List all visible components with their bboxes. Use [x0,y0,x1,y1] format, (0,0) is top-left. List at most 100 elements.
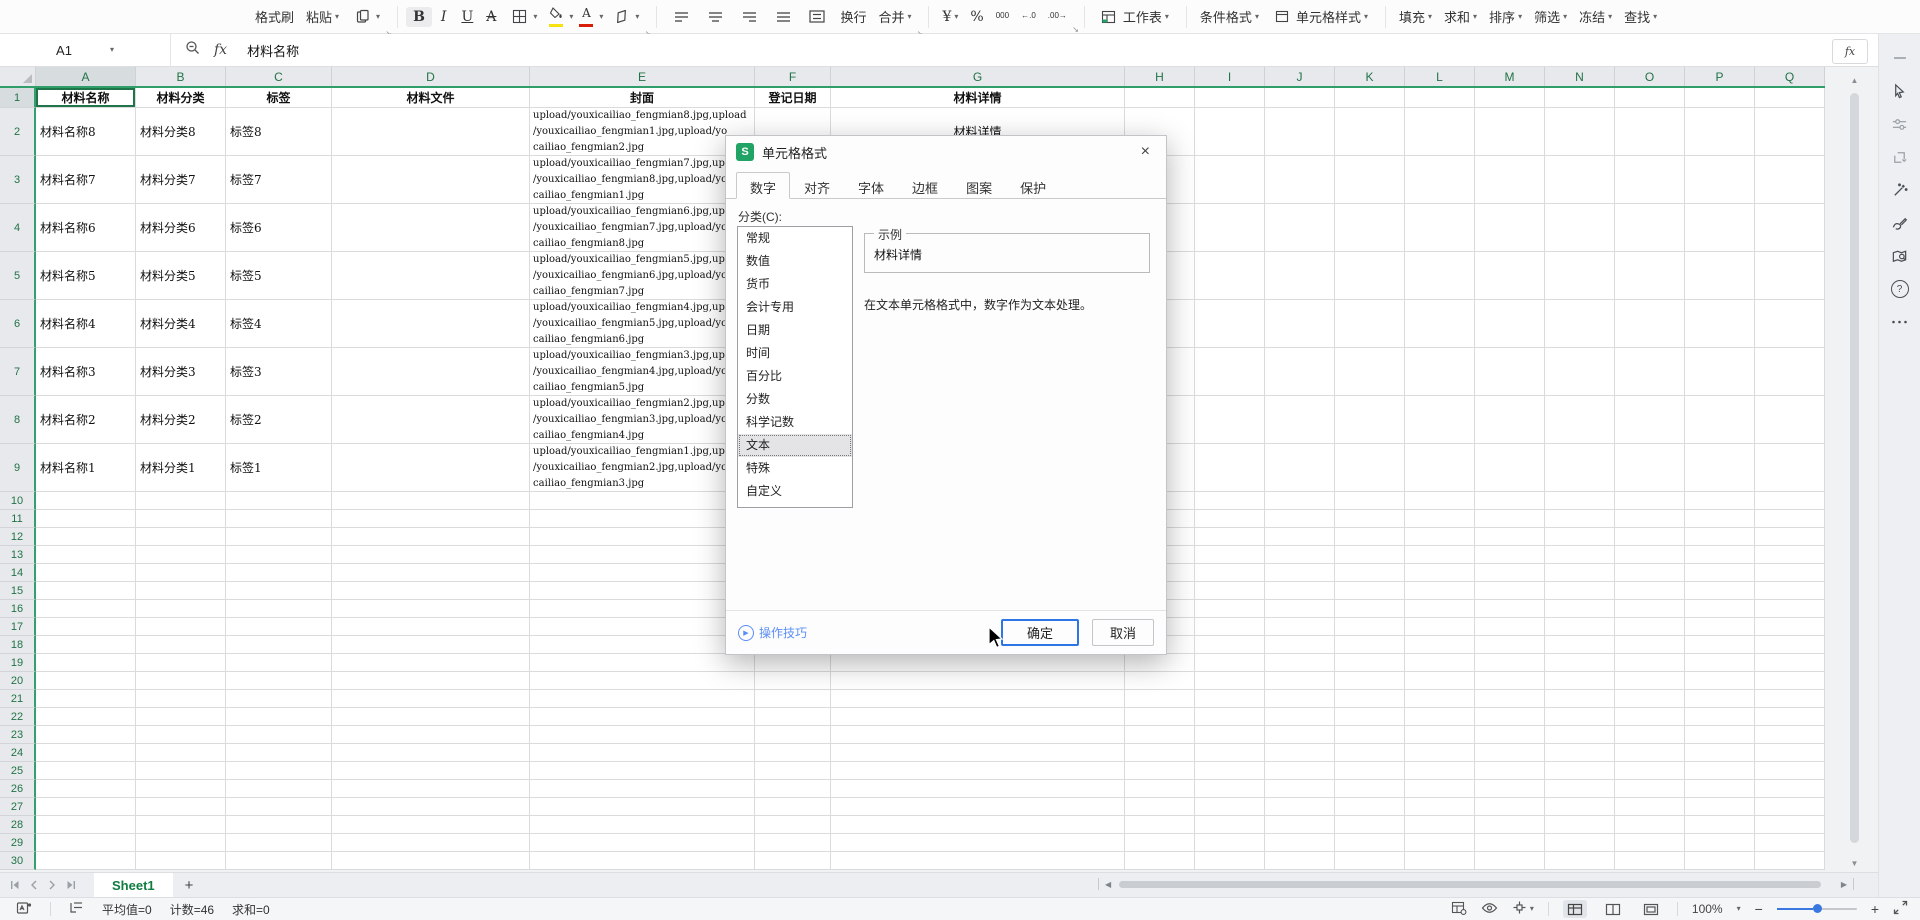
cell-C24[interactable] [226,744,332,762]
cell-F27[interactable] [755,798,831,816]
row-header-30[interactable]: 30 [0,852,36,870]
horizontal-scroll-thumb[interactable] [1119,881,1821,888]
paste-special-button[interactable]: ▾ [346,3,385,31]
cell-D30[interactable] [332,852,530,870]
cell-M27[interactable] [1475,798,1545,816]
cell-I19[interactable] [1195,654,1265,672]
cell-N24[interactable] [1545,744,1615,762]
page-layout-view-button[interactable] [1639,900,1663,918]
cell-L14[interactable] [1405,564,1475,582]
cell-J23[interactable] [1265,726,1335,744]
cell-M21[interactable] [1475,690,1545,708]
column-header-P[interactable]: P [1685,67,1755,86]
cell-Q17[interactable] [1755,618,1825,636]
cell-G29[interactable] [831,834,1125,852]
cell-C30[interactable] [226,852,332,870]
vertical-scrollbar[interactable]: ▲ ▼ [1848,75,1861,870]
cell-K22[interactable] [1335,708,1405,726]
dialog-tab-3[interactable]: 字体 [844,172,898,199]
cell-J17[interactable] [1265,618,1335,636]
cell-J26[interactable] [1265,780,1335,798]
ok-button[interactable]: 确定 [1001,619,1079,646]
magic-wand-icon[interactable] [1890,180,1910,200]
cell-E16[interactable] [530,600,755,618]
outline-view-icon[interactable] [69,901,84,917]
cell-A28[interactable] [36,816,136,834]
cell-J29[interactable] [1265,834,1335,852]
cell-J30[interactable] [1265,852,1335,870]
column-header-E[interactable]: E [530,67,755,86]
cell-M26[interactable] [1475,780,1545,798]
cell-B13[interactable] [136,546,226,564]
cell-D27[interactable] [332,798,530,816]
cell-A15[interactable] [36,582,136,600]
cell-O28[interactable] [1615,816,1685,834]
collapse-icon[interactable] [1890,48,1910,68]
cell-A2[interactable]: 材料名称8 [36,108,136,156]
column-header-H[interactable]: H [1125,67,1195,86]
cell-L19[interactable] [1405,654,1475,672]
cell-P5[interactable] [1685,252,1755,300]
cell-P30[interactable] [1685,852,1755,870]
row-header-14[interactable]: 14 [0,564,36,582]
cell-N21[interactable] [1545,690,1615,708]
zoom-slider-track[interactable] [1777,908,1857,910]
eye-icon[interactable] [1481,902,1498,917]
cell-C15[interactable] [226,582,332,600]
cell-O6[interactable] [1615,300,1685,348]
cell-N27[interactable] [1545,798,1615,816]
cell-I13[interactable] [1195,546,1265,564]
first-sheet-icon[interactable] [10,880,20,890]
cell-A19[interactable] [36,654,136,672]
cell-K10[interactable] [1335,492,1405,510]
cell-I4[interactable] [1195,204,1265,252]
search-icon[interactable] [185,40,200,60]
cell-J1[interactable] [1265,88,1335,108]
cell-L23[interactable] [1405,726,1475,744]
find-button[interactable]: 查找▾ [1619,4,1662,29]
column-header-C[interactable]: C [226,67,332,86]
cell-L25[interactable] [1405,762,1475,780]
cell-Q4[interactable] [1755,204,1825,252]
cell-Q20[interactable] [1755,672,1825,690]
cell-B25[interactable] [136,762,226,780]
strikethrough-button[interactable]: A [481,7,501,27]
cell-P19[interactable] [1685,654,1755,672]
row-header-13[interactable]: 13 [0,546,36,564]
cell-E8[interactable]: upload/youxicailiao_fengmian2.jpg,upl /y… [530,396,755,444]
cell-O15[interactable] [1615,582,1685,600]
fill-button[interactable]: 填充▾ [1394,4,1437,29]
cell-D8[interactable] [332,396,530,444]
cell-E14[interactable] [530,564,755,582]
cell-M16[interactable] [1475,600,1545,618]
cell-I7[interactable] [1195,348,1265,396]
category-item-2[interactable]: 数值 [738,250,852,273]
cell-C22[interactable] [226,708,332,726]
cell-E30[interactable] [530,852,755,870]
cell-K23[interactable] [1335,726,1405,744]
cell-C11[interactable] [226,510,332,528]
cancel-button[interactable]: 取消 [1092,619,1154,646]
cell-P29[interactable] [1685,834,1755,852]
cell-A23[interactable] [36,726,136,744]
cell-A25[interactable] [36,762,136,780]
cell-J21[interactable] [1265,690,1335,708]
cell-F20[interactable] [755,672,831,690]
cell-A8[interactable]: 材料名称2 [36,396,136,444]
column-header-N[interactable]: N [1545,67,1615,86]
cell-P24[interactable] [1685,744,1755,762]
italic-button[interactable]: I [434,7,454,27]
cell-O1[interactable] [1615,88,1685,108]
cell-I21[interactable] [1195,690,1265,708]
row-header-6[interactable]: 6 [0,300,36,348]
cell-E12[interactable] [530,528,755,546]
cell-B10[interactable] [136,492,226,510]
cell-O26[interactable] [1615,780,1685,798]
cell-D12[interactable] [332,528,530,546]
cell-K2[interactable] [1335,108,1405,156]
cell-L4[interactable] [1405,204,1475,252]
cell-L3[interactable] [1405,156,1475,204]
cell-M15[interactable] [1475,582,1545,600]
cell-C23[interactable] [226,726,332,744]
scroll-down-icon[interactable]: ▼ [1848,858,1861,870]
